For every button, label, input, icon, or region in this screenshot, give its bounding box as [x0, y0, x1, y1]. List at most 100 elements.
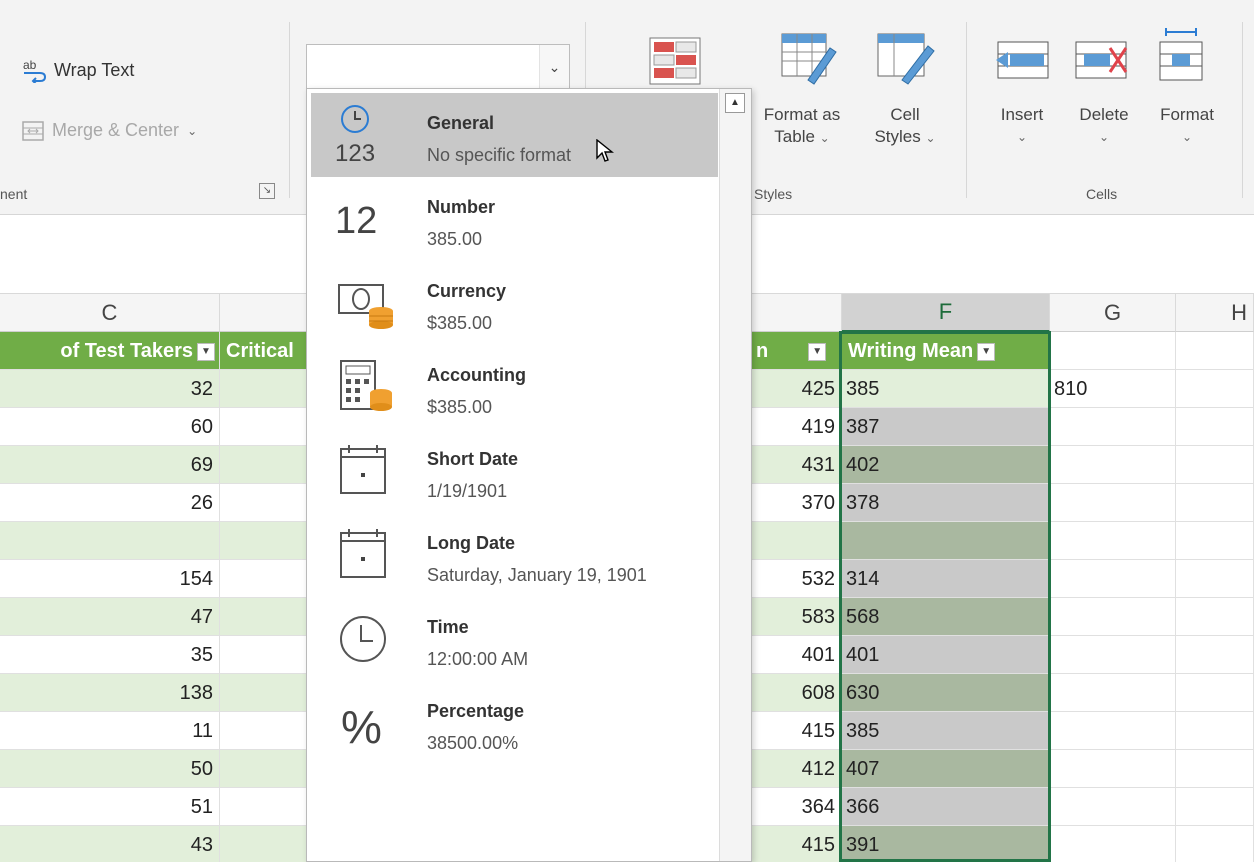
cell-e[interactable]: 425 [752, 370, 842, 408]
cell-e[interactable]: 583 [752, 598, 842, 636]
cell-g[interactable] [1050, 636, 1176, 674]
cell-h[interactable] [1176, 636, 1254, 674]
format-option-percentage[interactable]: % Percentage 38500.00% [311, 681, 718, 765]
insert-cells-icon[interactable] [994, 34, 1052, 91]
number-format-dropdown-button[interactable]: ⌄ [539, 45, 569, 89]
cell-f[interactable]: 366 [842, 788, 1050, 826]
insert-button[interactable]: Insert ⌄ [984, 104, 1060, 148]
format-button[interactable]: Format ⌄ [1146, 104, 1228, 148]
cell-h[interactable] [1176, 674, 1254, 712]
cell-h[interactable] [1176, 484, 1254, 522]
cell-c[interactable]: 47 [0, 598, 220, 636]
cell-e[interactable]: 431 [752, 446, 842, 484]
format-as-table-button[interactable]: Format as Table ⌄ [754, 104, 850, 149]
cell-h[interactable] [1176, 446, 1254, 484]
cell-h-header[interactable] [1176, 332, 1254, 370]
delete-button[interactable]: Delete ⌄ [1064, 104, 1144, 148]
cell-f[interactable]: 378 [842, 484, 1050, 522]
cell-e[interactable] [752, 522, 842, 560]
column-header-g[interactable]: G [1050, 294, 1176, 332]
cell-h[interactable] [1176, 826, 1254, 862]
cell-g[interactable] [1050, 446, 1176, 484]
format-option-time[interactable]: Time 12:00:00 AM [311, 597, 718, 681]
format-option-currency[interactable]: Currency $385.00 [311, 261, 718, 345]
cell-h[interactable] [1176, 408, 1254, 446]
cell-e[interactable]: 415 [752, 712, 842, 750]
cell-e[interactable]: 419 [752, 408, 842, 446]
format-option-long-date[interactable]: Long Date Saturday, January 19, 1901 [311, 513, 718, 597]
cell-c[interactable]: 43 [0, 826, 220, 862]
cell-g[interactable] [1050, 598, 1176, 636]
cell-h[interactable] [1176, 712, 1254, 750]
cell-h[interactable] [1176, 522, 1254, 560]
cell-h[interactable] [1176, 598, 1254, 636]
cell-c[interactable] [0, 522, 220, 560]
wrap-text-button[interactable]: ab Wrap Text [22, 57, 134, 83]
cell-f[interactable]: 385 [842, 370, 1050, 408]
cell-e[interactable]: 412 [752, 750, 842, 788]
cell-g[interactable] [1050, 712, 1176, 750]
cell-c[interactable]: 50 [0, 750, 220, 788]
scroll-up-icon[interactable]: ▲ [725, 93, 745, 113]
cell-c[interactable]: 32 [0, 370, 220, 408]
cell-f[interactable]: 401 [842, 636, 1050, 674]
delete-cells-icon[interactable] [1072, 34, 1132, 91]
cell-f[interactable]: 314 [842, 560, 1050, 598]
cell-g[interactable] [1050, 484, 1176, 522]
cell-c[interactable]: 51 [0, 788, 220, 826]
cell-g-header[interactable] [1050, 332, 1176, 370]
cell-f[interactable]: 568 [842, 598, 1050, 636]
cell-g[interactable] [1050, 750, 1176, 788]
format-option-number[interactable]: 12 Number 385.00 [311, 177, 718, 261]
format-as-table-icon[interactable] [778, 28, 838, 93]
filter-dropdown-icon[interactable]: ▼ [197, 342, 215, 361]
cell-f[interactable]: 402 [842, 446, 1050, 484]
cell-e[interactable]: 415 [752, 826, 842, 862]
cell-f[interactable]: 387 [842, 408, 1050, 446]
cell-h[interactable] [1176, 560, 1254, 598]
cell-f[interactable] [842, 522, 1050, 560]
format-cells-icon[interactable] [1156, 26, 1206, 91]
cell-c[interactable]: 154 [0, 560, 220, 598]
format-option-short-date[interactable]: Short Date 1/19/1901 [311, 429, 718, 513]
cell-c[interactable]: 11 [0, 712, 220, 750]
cell-e[interactable]: 532 [752, 560, 842, 598]
cell-g[interactable] [1050, 788, 1176, 826]
number-format-combobox[interactable]: ⌄ [306, 44, 570, 90]
cell-f[interactable]: 391 [842, 826, 1050, 862]
filter-dropdown-icon[interactable]: ▼ [808, 342, 827, 361]
cell-g[interactable]: 810 [1050, 370, 1176, 408]
dropdown-scrollbar[interactable]: ▲ [719, 89, 751, 861]
cell-c[interactable]: 26 [0, 484, 220, 522]
cell-styles-button[interactable]: Cell Styles ⌄ [860, 104, 950, 149]
cell-f[interactable]: 385 [842, 712, 1050, 750]
cell-g[interactable] [1050, 560, 1176, 598]
conditional-formatting-icon[interactable] [648, 36, 702, 91]
cell-c[interactable]: 138 [0, 674, 220, 712]
cell-e[interactable]: 370 [752, 484, 842, 522]
cell-c[interactable]: 35 [0, 636, 220, 674]
cell-c[interactable]: 69 [0, 446, 220, 484]
column-header-f[interactable]: F [842, 294, 1050, 332]
chevron-down-icon[interactable]: ⌄ [187, 124, 197, 138]
cell-f[interactable]: 630 [842, 674, 1050, 712]
cell-g[interactable] [1050, 408, 1176, 446]
format-option-general[interactable]: 123 General No specific format [311, 93, 718, 177]
dialog-launcher-icon[interactable]: ↘ [259, 183, 275, 199]
cell-h[interactable] [1176, 788, 1254, 826]
cell-f[interactable]: 407 [842, 750, 1050, 788]
column-header-c[interactable]: C [0, 294, 220, 332]
filter-dropdown-icon[interactable]: ▼ [977, 342, 996, 361]
cell-g[interactable] [1050, 522, 1176, 560]
column-header-h[interactable]: H [1176, 294, 1254, 332]
cell-g[interactable] [1050, 826, 1176, 862]
cell-c[interactable]: 60 [0, 408, 220, 446]
cell-styles-icon[interactable] [874, 28, 936, 93]
cell-e[interactable]: 401 [752, 636, 842, 674]
cell-e[interactable]: 364 [752, 788, 842, 826]
cell-h[interactable] [1176, 750, 1254, 788]
cell-e[interactable]: 608 [752, 674, 842, 712]
cell-h[interactable] [1176, 370, 1254, 408]
merge-center-button[interactable]: Merge & Center ⌄ [22, 120, 197, 141]
format-option-accounting[interactable]: Accounting $385.00 [311, 345, 718, 429]
